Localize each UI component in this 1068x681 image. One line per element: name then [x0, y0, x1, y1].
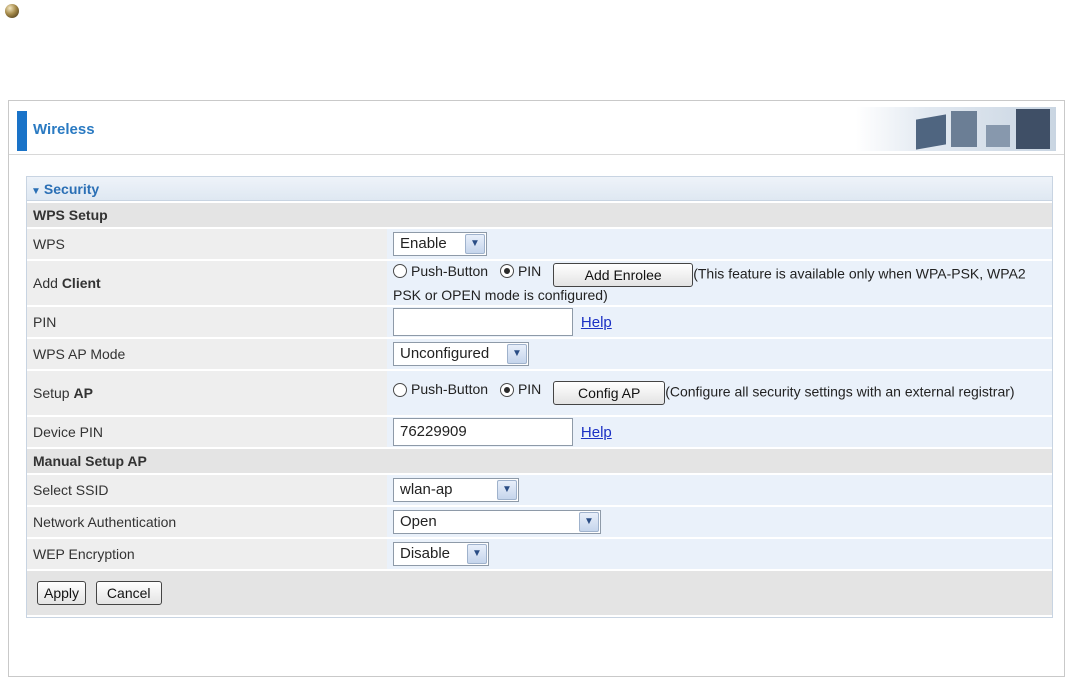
row-select-ssid: Select SSID wlan-ap ▼ — [27, 475, 1052, 505]
add-enrolee-button[interactable]: Add Enrolee — [553, 262, 694, 287]
chevron-down-icon[interactable]: ▼ — [497, 480, 517, 500]
header-accent-bar — [17, 111, 27, 151]
security-section: ▼ Security WPS Setup WPS Enable ▼ Add Cli… — [26, 176, 1053, 618]
config-ap-button[interactable]: Config AP — [553, 381, 666, 405]
wps-select-value: Enable — [400, 235, 447, 252]
radio-selected-icon[interactable] — [499, 382, 514, 397]
radio-icon[interactable] — [393, 264, 407, 279]
panel-header: Wireless — [9, 101, 1064, 155]
label-wps: WPS — [27, 229, 387, 259]
chevron-down-icon[interactable]: ▼ — [465, 234, 485, 254]
label-add-client-prefix: Add — [33, 275, 62, 291]
wps-ap-mode-value: Unconfigured — [400, 345, 490, 362]
chevron-down-icon[interactable]: ▼ — [507, 344, 527, 364]
label-wep-encryption: WEP Encryption — [27, 539, 387, 569]
security-form: WPS Setup WPS Enable ▼ Add Client Push-B… — [27, 201, 1052, 617]
device-pin-input[interactable]: 76229909 — [393, 418, 573, 446]
row-pin: PIN Help — [27, 307, 1052, 337]
bullet-icon — [5, 4, 19, 18]
radio-label: Push-Button — [411, 262, 489, 279]
label-wps-ap-mode: WPS AP Mode — [27, 339, 387, 369]
row-wps: WPS Enable ▼ — [27, 229, 1052, 259]
label-add-client-bold: Client — [61, 275, 101, 291]
row-add-client: Add Client Push-Button PIN Add Enrolee (T… — [27, 261, 1052, 305]
group-manual-setup-ap: Manual Setup AP — [27, 449, 1052, 473]
setup-ap-note: (Configure all security settings with an… — [665, 383, 1015, 400]
radio-label: PIN — [517, 262, 542, 279]
chevron-down-icon[interactable]: ▼ — [467, 544, 487, 564]
row-actions: Apply Cancel — [27, 571, 1052, 615]
setup-ap-pin-radio[interactable]: PIN — [499, 381, 542, 398]
row-device-pin: Device PIN 76229909 Help — [27, 417, 1052, 447]
row-wps-ap-mode: WPS AP Mode Unconfigured ▼ — [27, 339, 1052, 369]
wireless-panel: Wireless ▼ Security WPS Setup WPS Enable … — [8, 100, 1065, 677]
ssid-select[interactable]: wlan-ap ▼ — [393, 478, 519, 502]
page-title: Wireless — [33, 121, 95, 138]
section-toggle[interactable]: ▼ Security — [27, 177, 1052, 201]
wps-select[interactable]: Enable ▼ — [393, 232, 487, 256]
wep-encryption-value: Disable — [400, 545, 451, 562]
device-pin-help-link[interactable]: Help — [581, 424, 612, 441]
pin-help-link[interactable]: Help — [581, 314, 612, 331]
radio-icon[interactable] — [393, 382, 407, 397]
group-title-wps-setup: WPS Setup — [27, 203, 1052, 227]
ssid-select-value: wlan-ap — [400, 481, 453, 498]
header-banner-image — [856, 107, 1056, 151]
group-title-manual-setup-ap: Manual Setup AP — [27, 449, 1052, 473]
row-setup-ap: Setup AP Push-Button PIN Config AP (Confi… — [27, 371, 1052, 415]
radio-label: PIN — [517, 381, 542, 398]
label-select-ssid: Select SSID — [27, 475, 387, 505]
row-network-authentication: Network Authentication Open ▼ — [27, 507, 1052, 537]
triangle-down-icon: ▼ — [31, 186, 41, 197]
cancel-button[interactable]: Cancel — [95, 581, 162, 605]
label-pin: PIN — [27, 307, 387, 337]
label-device-pin: Device PIN — [27, 417, 387, 447]
group-wps-setup: WPS Setup — [27, 203, 1052, 227]
label-network-authentication: Network Authentication — [27, 507, 387, 537]
add-client-push-button-radio[interactable]: Push-Button — [393, 263, 488, 280]
network-authentication-select[interactable]: Open ▼ — [393, 510, 601, 534]
radio-label: Push-Button — [411, 381, 489, 398]
pin-input[interactable] — [393, 308, 573, 336]
label-setup-ap-prefix: Setup — [33, 385, 74, 401]
setup-ap-push-button-radio[interactable]: Push-Button — [393, 381, 488, 398]
network-authentication-value: Open — [400, 513, 437, 530]
chevron-down-icon[interactable]: ▼ — [579, 512, 599, 532]
add-client-pin-radio[interactable]: PIN — [499, 262, 542, 280]
row-wep-encryption: WEP Encryption Disable ▼ — [27, 539, 1052, 569]
wps-ap-mode-select[interactable]: Unconfigured ▼ — [393, 342, 529, 366]
radio-selected-icon[interactable] — [499, 264, 514, 279]
apply-button[interactable]: Apply — [37, 581, 87, 605]
wep-encryption-select[interactable]: Disable ▼ — [393, 542, 489, 566]
section-title: Security — [43, 181, 100, 197]
label-setup-ap-bold: AP — [73, 385, 93, 401]
